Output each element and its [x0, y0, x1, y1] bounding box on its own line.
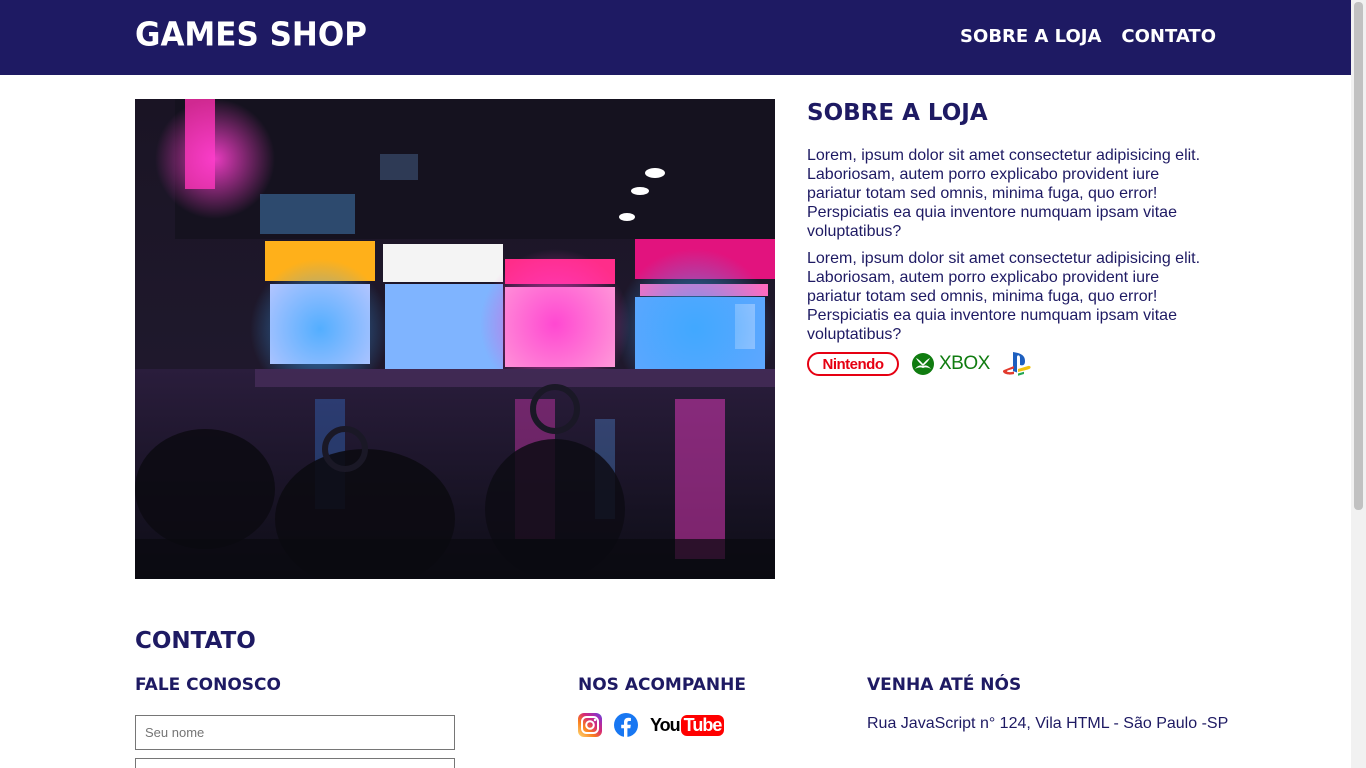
facebook-icon[interactable]	[614, 713, 638, 737]
scrollbar-thumb[interactable]	[1354, 2, 1363, 510]
xbox-label: XBOX	[939, 353, 990, 374]
instagram-icon[interactable]	[578, 713, 602, 737]
site-header: GAMES SHOP SOBRE A LOJA CONTATO	[0, 0, 1351, 75]
nintendo-logo: Nintendo	[807, 352, 899, 376]
playstation-icon	[1002, 352, 1031, 376]
contact-title: CONTATO	[135, 628, 256, 654]
visit-title: VENHA ATÉ NÓS	[867, 675, 1022, 695]
nav-link-contact[interactable]: CONTATO	[1121, 26, 1216, 47]
contact-form-title: FALE CONOSCO	[135, 675, 281, 695]
main-nav: SOBRE A LOJA CONTATO	[960, 26, 1216, 47]
youtube-label-you: You	[650, 714, 681, 735]
about-paragraph-2: Lorem, ipsum dolor sit amet consectetur …	[807, 250, 1201, 343]
youtube-icon[interactable]: You Tube	[650, 714, 725, 736]
name-input[interactable]	[135, 715, 455, 750]
console-brand-logos: Nintendo XBOX	[807, 351, 1032, 377]
store-photo	[135, 99, 775, 579]
site-logo[interactable]: GAMES SHOP	[135, 16, 367, 54]
youtube-label-tube: Tube	[680, 714, 725, 736]
email-input[interactable]	[135, 758, 455, 768]
follow-title: NOS ACOMPANHE	[578, 675, 746, 695]
about-paragraph-1: Lorem, ipsum dolor sit amet consectetur …	[807, 147, 1201, 240]
page-scrollbar[interactable]	[1351, 0, 1366, 768]
store-address: Rua JavaScript n° 124, Vila HTML - São P…	[867, 715, 1229, 732]
xbox-logo: XBOX	[911, 352, 990, 376]
social-links: You Tube	[578, 713, 725, 737]
about-title: SOBRE A LOJA	[807, 100, 988, 126]
nav-link-about[interactable]: SOBRE A LOJA	[960, 26, 1101, 47]
xbox-icon	[912, 353, 934, 375]
